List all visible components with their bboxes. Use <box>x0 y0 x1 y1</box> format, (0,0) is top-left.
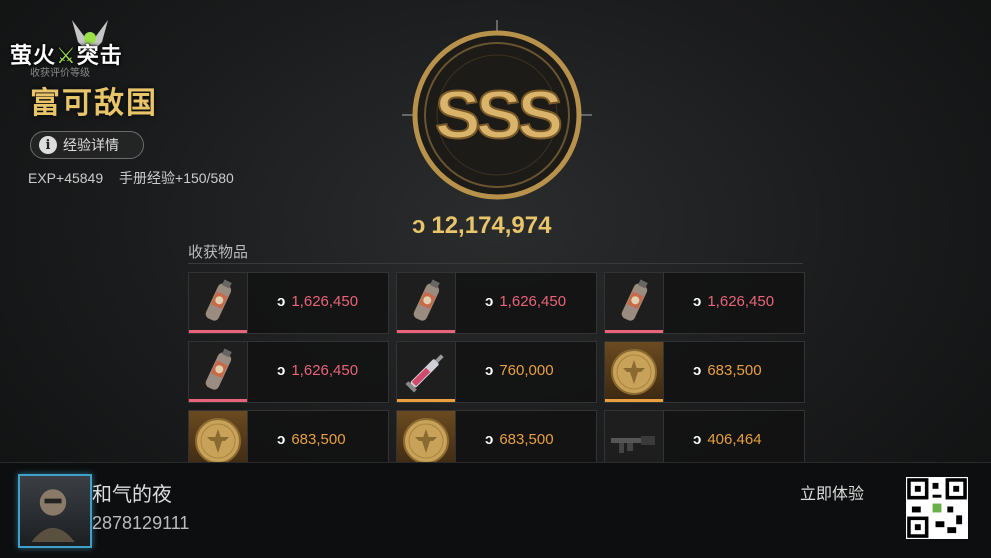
footer-bar <box>0 462 991 558</box>
user-id: 2878129111 <box>92 513 190 533</box>
loot-item[interactable]: ↄ 760,000 <box>396 341 597 403</box>
currency-icon: ↄ <box>485 293 494 310</box>
loot-item[interactable]: ↄ 1,626,450 <box>188 341 389 403</box>
rarity-bar <box>397 330 455 333</box>
currency-icon: ↄ <box>693 431 702 448</box>
loot-price: ↄ 683,500 <box>277 431 346 448</box>
loot-price-value: 406,464 <box>707 431 762 448</box>
spray-can-icon <box>397 273 456 333</box>
gold-coin-icon <box>605 342 664 402</box>
currency-icon: ↄ <box>485 362 494 379</box>
spray-can-icon <box>189 273 248 333</box>
loot-divider <box>188 263 803 264</box>
loot-price: ↄ 1,626,450 <box>693 293 774 310</box>
loot-price: ↄ 760,000 <box>485 362 554 379</box>
loot-price: ↄ 683,500 <box>485 431 554 448</box>
rarity-bar <box>189 399 247 402</box>
avatar <box>18 474 92 548</box>
exp-details-label: 经验详情 <box>63 137 119 153</box>
loot-price-value: 1,626,450 <box>291 293 359 310</box>
total-value: ↄ 12,174,974 <box>412 212 551 240</box>
loot-price-value: 1,626,450 <box>291 362 359 379</box>
loot-price-value: 760,000 <box>499 362 554 379</box>
rarity-bar <box>605 330 663 333</box>
grade-emblem: SSS <box>402 20 592 200</box>
exp-value: EXP+45849 <box>28 170 104 186</box>
loot-item[interactable]: ↄ 1,626,450 <box>396 272 597 334</box>
currency-icon: ↄ <box>277 431 286 448</box>
loot-item[interactable]: ↄ 1,626,450 <box>188 272 389 334</box>
currency-icon: ↄ <box>277 293 286 310</box>
rarity-bar <box>605 399 663 402</box>
grade-text: SSS <box>435 77 561 153</box>
exp-details-button[interactable]: i 经验详情 <box>30 131 144 159</box>
currency-icon: ↄ <box>277 362 286 379</box>
try-now-button[interactable]: 立即体验 <box>800 480 864 504</box>
loot-item[interactable]: ↄ 683,500 <box>604 341 805 403</box>
spray-can-icon <box>605 273 664 333</box>
qr-code-icon <box>906 477 968 539</box>
loot-price: ↄ 683,500 <box>693 362 762 379</box>
info-icon: i <box>39 136 57 154</box>
rank-label: 收获评价等级 <box>30 68 90 79</box>
loot-item[interactable]: ↄ 1,626,450 <box>604 272 805 334</box>
syringe-icon <box>397 342 456 402</box>
loot-price-value: 1,626,450 <box>499 293 567 310</box>
rank-title: 富可敌国 <box>30 87 158 120</box>
loot-price: ↄ 1,626,450 <box>485 293 566 310</box>
currency-icon: ↄ <box>412 212 426 239</box>
currency-icon: ↄ <box>693 293 702 310</box>
loot-price-value: 683,500 <box>291 431 346 448</box>
loot-price: ↄ 1,626,450 <box>277 293 358 310</box>
rarity-bar <box>189 330 247 333</box>
exp-summary: EXP+45849 手册经验+150/580 <box>28 168 246 188</box>
loot-price-value: 683,500 <box>499 431 554 448</box>
rarity-bar <box>397 399 455 402</box>
currency-icon: ↄ <box>485 431 494 448</box>
manual-exp: 手册经验+150/580 <box>119 170 234 186</box>
loot-price: ↄ 406,464 <box>693 431 762 448</box>
currency-icon: ↄ <box>693 362 702 379</box>
username: 和气的夜 <box>92 484 172 506</box>
loot-price-value: 683,500 <box>707 362 762 379</box>
spray-can-icon <box>189 342 248 402</box>
loot-title: 收获物品 <box>188 244 249 261</box>
loot-price: ↄ 1,626,450 <box>277 362 358 379</box>
total-value-text: 12,174,974 <box>431 212 552 239</box>
loot-price-value: 1,626,450 <box>707 293 775 310</box>
